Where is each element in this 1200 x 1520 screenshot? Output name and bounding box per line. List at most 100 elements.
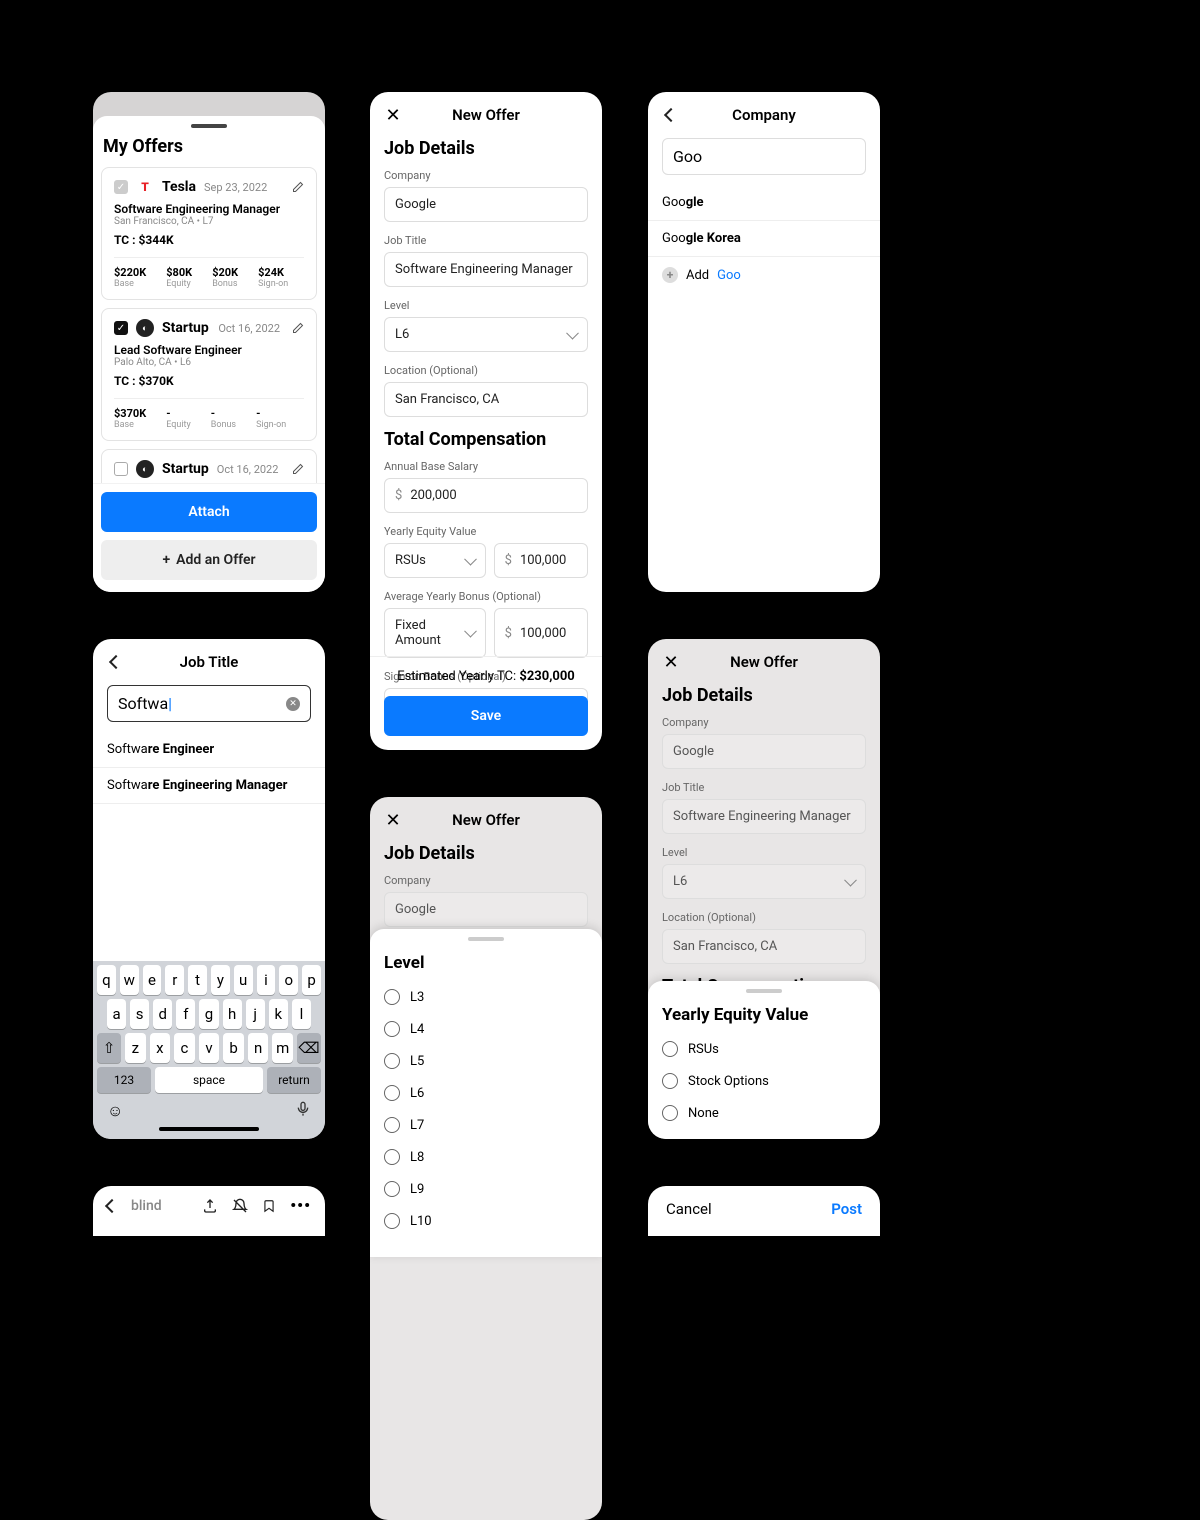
add-company-item[interactable]: + Add Goo xyxy=(648,257,880,293)
edit-icon[interactable] xyxy=(292,181,304,193)
sheet-grabber[interactable] xyxy=(468,937,504,941)
breakdown-label: Base xyxy=(114,279,146,289)
level-option[interactable]: L7 xyxy=(370,1109,602,1141)
suggestion-completion: re Engineering Manager xyxy=(148,778,288,793)
key-l[interactable]: l xyxy=(292,999,311,1029)
key-d[interactable]: d xyxy=(153,999,172,1029)
edit-icon[interactable] xyxy=(292,463,304,475)
key-o[interactable]: o xyxy=(279,965,298,995)
back-icon[interactable] xyxy=(107,1196,117,1215)
key-w[interactable]: w xyxy=(120,965,139,995)
key-f[interactable]: f xyxy=(176,999,195,1029)
list-item[interactable]: Software Engineer xyxy=(93,732,325,768)
checkbox-icon[interactable]: ✓ xyxy=(114,180,128,194)
level-option[interactable]: L3 xyxy=(370,981,602,1013)
level-option[interactable]: L8 xyxy=(370,1141,602,1173)
bell-off-icon[interactable] xyxy=(232,1198,248,1214)
edit-icon[interactable] xyxy=(292,322,304,334)
attach-button[interactable]: Attach xyxy=(101,492,317,532)
key-m[interactable]: m xyxy=(272,1033,293,1063)
share-icon[interactable] xyxy=(202,1198,218,1214)
backspace-key[interactable]: ⌫ xyxy=(297,1033,321,1063)
back-icon[interactable] xyxy=(107,653,125,671)
key-t[interactable]: t xyxy=(188,965,207,995)
key-v[interactable]: v xyxy=(199,1033,220,1063)
bonus-value-input[interactable]: $100,000 xyxy=(494,608,588,658)
equity-option[interactable]: Stock Options xyxy=(648,1065,880,1097)
key-z[interactable]: z xyxy=(125,1033,146,1063)
return-key[interactable]: return xyxy=(267,1067,321,1093)
bookmark-icon[interactable] xyxy=(262,1198,276,1214)
more-icon[interactable]: ••• xyxy=(290,1196,311,1215)
job-title-input[interactable]: Software Engineering Manager xyxy=(384,252,588,287)
close-icon[interactable]: ✕ xyxy=(384,811,402,829)
key-h[interactable]: h xyxy=(223,999,242,1029)
sheet-grabber[interactable] xyxy=(746,989,782,993)
base-salary-input[interactable]: $200,000 xyxy=(384,478,588,513)
tesla-logo-icon: T xyxy=(136,178,154,196)
level-select[interactable]: L6 xyxy=(662,864,866,899)
level-option[interactable]: L6 xyxy=(370,1077,602,1109)
key-n[interactable]: n xyxy=(248,1033,269,1063)
breakdown-label: Bonus xyxy=(211,420,236,430)
key-x[interactable]: x xyxy=(150,1033,171,1063)
level-option[interactable]: L10 xyxy=(370,1205,602,1237)
key-q[interactable]: q xyxy=(97,965,116,995)
offer-card[interactable]: ✓ ◐ Startup Oct 16, 2022 Lead Software E… xyxy=(101,308,317,441)
key-i[interactable]: i xyxy=(257,965,276,995)
level-option[interactable]: L5 xyxy=(370,1045,602,1077)
key-a[interactable]: a xyxy=(107,999,126,1029)
job-title-input[interactable]: Software Engineering Manager xyxy=(662,799,866,834)
key-c[interactable]: c xyxy=(174,1033,195,1063)
list-item[interactable]: Google Korea xyxy=(648,221,880,257)
checkbox-icon[interactable] xyxy=(114,462,128,476)
space-key[interactable]: space xyxy=(155,1067,263,1093)
company-input[interactable]: Google xyxy=(384,892,588,927)
level-select[interactable]: L6 xyxy=(384,317,588,352)
list-item[interactable]: Google xyxy=(648,185,880,221)
equity-type-select[interactable]: RSUs xyxy=(384,543,486,578)
shift-key[interactable]: ⇧ xyxy=(97,1033,121,1063)
checkbox-icon[interactable]: ✓ xyxy=(114,321,128,335)
search-input[interactable]: Softwa ✕ xyxy=(107,685,311,722)
offer-card[interactable]: ✓ T Tesla Sep 23, 2022 Software Engineer… xyxy=(101,167,317,300)
close-icon[interactable]: ✕ xyxy=(384,106,402,124)
equity-value-input[interactable]: $100,000 xyxy=(494,543,588,578)
location-input[interactable]: San Francisco, CA xyxy=(662,929,866,964)
post-button[interactable]: Post xyxy=(831,1200,862,1218)
back-icon[interactable] xyxy=(662,106,680,124)
search-input[interactable]: Goo xyxy=(662,138,866,175)
key-u[interactable]: u xyxy=(234,965,253,995)
key-p[interactable]: p xyxy=(302,965,321,995)
save-button[interactable]: Save xyxy=(384,696,588,736)
equity-option[interactable]: None xyxy=(648,1097,880,1129)
emoji-icon[interactable]: ☺ xyxy=(107,1101,123,1121)
close-icon[interactable]: ✕ xyxy=(662,653,680,671)
key-e[interactable]: e xyxy=(143,965,162,995)
key-b[interactable]: b xyxy=(223,1033,244,1063)
section-title: Job Details xyxy=(370,138,602,159)
level-option[interactable]: L4 xyxy=(370,1013,602,1045)
clear-icon[interactable]: ✕ xyxy=(286,697,300,711)
level-option[interactable]: L9 xyxy=(370,1173,602,1205)
key-k[interactable]: k xyxy=(269,999,288,1029)
mic-icon[interactable] xyxy=(295,1101,311,1121)
key-j[interactable]: j xyxy=(246,999,265,1029)
add-offer-button[interactable]: + Add an Offer xyxy=(101,540,317,580)
key-g[interactable]: g xyxy=(199,999,218,1029)
cancel-button[interactable]: Cancel xyxy=(666,1200,712,1218)
company-input[interactable]: Google xyxy=(662,734,866,769)
equity-option[interactable]: RSUs xyxy=(648,1033,880,1065)
location-input[interactable]: San Francisco, CA xyxy=(384,382,588,417)
home-indicator[interactable] xyxy=(159,1127,259,1131)
key-y[interactable]: y xyxy=(211,965,230,995)
list-item[interactable]: Software Engineering Manager xyxy=(93,768,325,804)
company-input[interactable]: Google xyxy=(384,187,588,222)
key-s[interactable]: s xyxy=(130,999,149,1029)
numbers-key[interactable]: 123 xyxy=(97,1067,151,1093)
equity-option-label: None xyxy=(688,1106,719,1121)
field-label: Location (Optional) xyxy=(648,911,880,924)
key-r[interactable]: r xyxy=(165,965,184,995)
bonus-type-select[interactable]: Fixed Amount xyxy=(384,608,486,658)
sheet-grabber[interactable] xyxy=(191,124,227,128)
